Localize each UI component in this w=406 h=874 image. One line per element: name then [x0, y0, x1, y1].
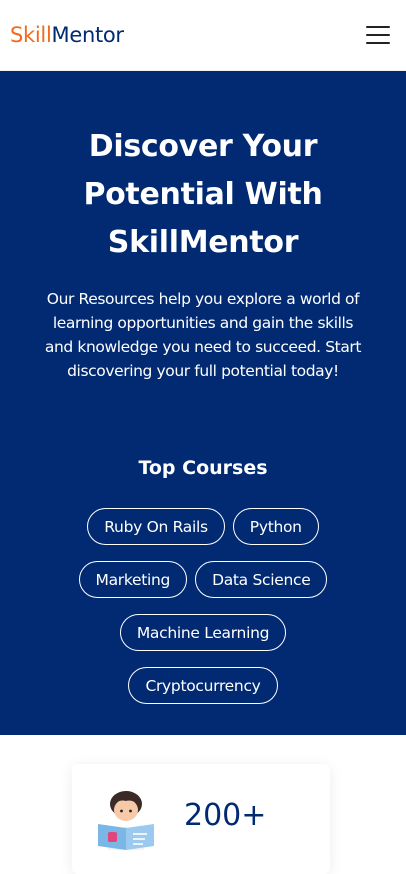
hamburger-icon[interactable]: [366, 26, 390, 44]
course-chip-row: Ruby On Rails Python: [0, 508, 406, 545]
stats-value: 200+: [184, 798, 267, 833]
site-logo[interactable]: SkillMentor: [10, 23, 124, 47]
hero-title-line: Discover Your: [88, 129, 318, 164]
hero-title: Discover Your Potential With SkillMentor: [30, 123, 376, 267]
course-chip-marketing[interactable]: Marketing: [78, 561, 188, 598]
course-chip-row: Cryptocurrency: [0, 667, 406, 704]
hero-section: Discover Your Potential With SkillMentor…: [0, 71, 406, 735]
course-chip-row: Marketing Data Science: [0, 561, 406, 598]
hero-title-line: SkillMentor: [107, 225, 299, 260]
hero-title-line: Potential With: [83, 177, 323, 212]
course-chip-machine-learning[interactable]: Machine Learning: [119, 614, 287, 651]
navbar: SkillMentor: [0, 0, 406, 71]
course-chip-cryptocurrency[interactable]: Cryptocurrency: [128, 667, 278, 704]
stats-card: 200+: [72, 764, 330, 874]
top-courses-heading: Top Courses: [138, 457, 268, 479]
hamburger-line: [366, 26, 390, 28]
reading-student-icon: [98, 791, 154, 850]
logo-skill: Skill: [10, 23, 52, 47]
course-chip-python[interactable]: Python: [232, 508, 319, 545]
hamburger-line: [366, 42, 390, 44]
hamburger-line: [366, 34, 390, 36]
course-chip-row: Machine Learning: [0, 614, 406, 651]
hero-description: Our Resources help you explore a world o…: [44, 290, 362, 380]
course-chip-data-science[interactable]: Data Science: [195, 561, 328, 598]
course-chip-ruby-on-rails[interactable]: Ruby On Rails: [87, 508, 225, 545]
logo-mentor: Mentor: [51, 23, 125, 47]
